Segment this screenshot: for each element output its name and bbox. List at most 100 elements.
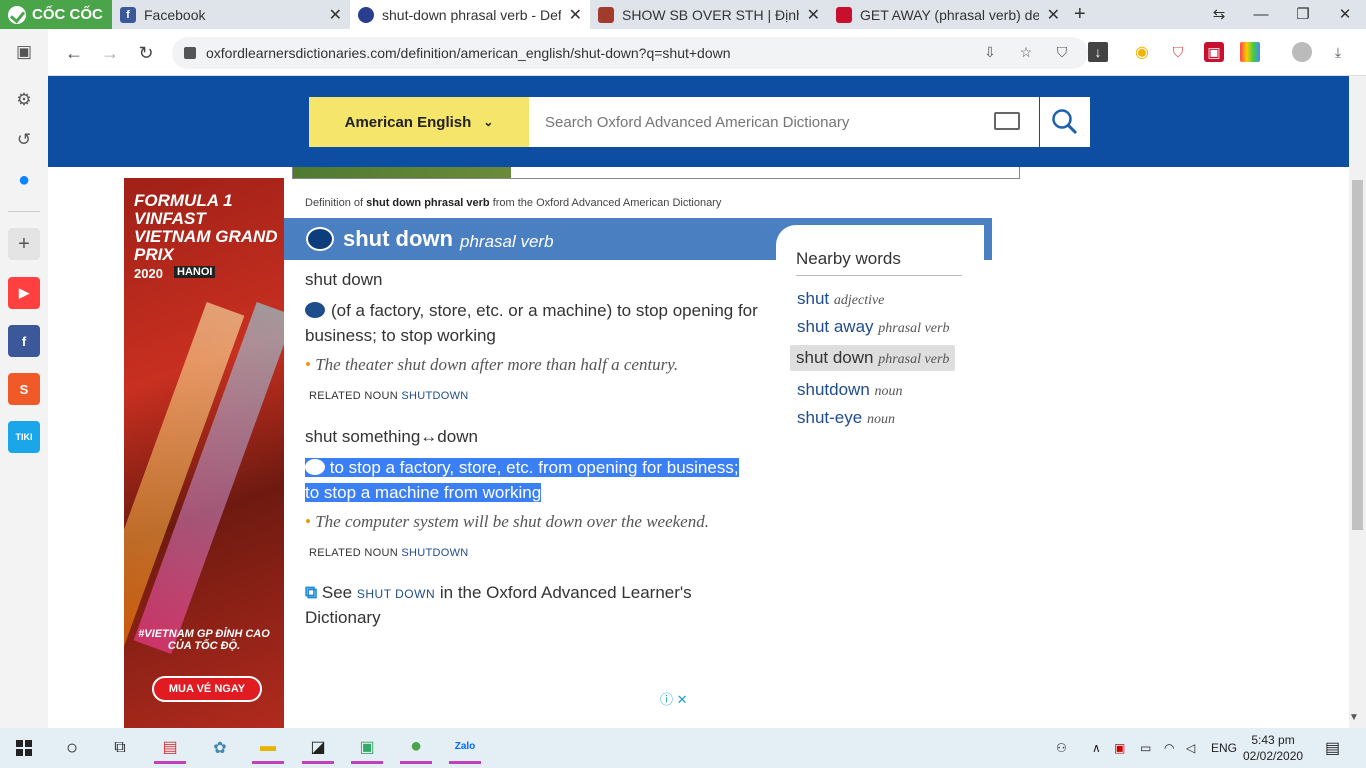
keyboard-icon[interactable] <box>994 112 1020 130</box>
tab-bar: CỐC CỐC f Facebook ✕ shut-down phrasal v… <box>0 0 1366 29</box>
tab-title: SHOW SB OVER STH | Định ng <box>622 6 799 23</box>
scroll-down-arrow-icon[interactable]: ▼ <box>1349 712 1359 723</box>
tab-title: shut-down phrasal verb - Def <box>382 6 561 23</box>
search-input[interactable] <box>529 97 1039 147</box>
sticky-notes-icon[interactable]: ◪ <box>302 732 334 764</box>
add-app-icon[interactable]: + <box>8 228 40 260</box>
tab-get-away[interactable]: GET AWAY (phrasal verb) defi ✕ <box>828 0 1068 29</box>
headword: shut down <box>343 226 453 251</box>
nearby-item[interactable]: shut away phrasal verb <box>797 317 949 337</box>
scrollbar-thumb[interactable] <box>1352 180 1363 530</box>
browser-sidebar: ▣ ⚙ ↺ ● + ▶ f S TIKI <box>0 29 48 728</box>
search-button[interactable] <box>1040 97 1090 147</box>
ad-tagline: #VIETNAM GP ĐỈNH CAO CỦA TỐC ĐỘ. <box>138 628 270 652</box>
download-icon[interactable]: ↓ <box>1088 42 1108 62</box>
reload-icon[interactable]: ↻ <box>133 40 159 66</box>
external-link-icon: ⧉ <box>305 583 318 602</box>
volume-icon[interactable]: ◁ <box>1186 728 1195 768</box>
nearby-item[interactable]: shut adjective <box>797 289 884 309</box>
language-selector[interactable]: American English ⌄ <box>309 97 529 147</box>
tab-title: Facebook <box>144 6 206 23</box>
ad-title: FORMULA 1 VINFAST VIETNAM GRAND PRIX <box>134 191 278 264</box>
downloads-icon[interactable]: ⤓ <box>1328 42 1348 62</box>
close-tab-icon[interactable]: ✕ <box>1047 5 1060 25</box>
battery-icon[interactable]: ▭ <box>1140 728 1151 768</box>
settings-gear-icon[interactable]: ⚙ <box>8 84 40 116</box>
photos-app-icon[interactable]: ▣ <box>351 732 383 764</box>
shield-icon[interactable]: ⛉ <box>1052 42 1072 62</box>
adchoices-icon[interactable]: ⓘ ✕ <box>660 689 688 708</box>
wifi-icon[interactable]: ◠ <box>1164 728 1174 768</box>
coccoc-taskbar-icon[interactable]: ● <box>400 732 432 764</box>
sidebar-toggle-icon[interactable]: ▣ <box>8 36 40 68</box>
sense-definition: (of a factory, store, etc. or a machine)… <box>305 301 758 345</box>
oxford-key-icon <box>305 302 325 318</box>
avatar[interactable] <box>1292 42 1312 62</box>
new-tab-plus-icon[interactable]: + <box>1074 3 1086 26</box>
shopee-icon[interactable]: S <box>8 373 40 405</box>
close-tab-icon[interactable]: ✕ <box>329 5 342 25</box>
clock-time: 5:43 pm <box>1251 733 1295 747</box>
tab-show-sb-over[interactable]: SHOW SB OVER STH | Định ng ✕ <box>590 0 828 29</box>
chrome-extension-icon[interactable]: ◉ <box>1132 42 1152 62</box>
youtube-icon[interactable]: ▶ <box>8 277 40 309</box>
facebook-favicon-icon: f <box>120 6 136 23</box>
top-banner-ad[interactable] <box>292 167 1020 179</box>
close-tab-icon[interactable]: ✕ <box>807 5 820 25</box>
browser-brand[interactable]: CỐC CỐC <box>0 0 112 29</box>
close-tab-icon[interactable]: ✕ <box>569 5 582 25</box>
nearby-item[interactable]: shut-eye noun <box>797 408 895 428</box>
messenger-icon[interactable]: ● <box>8 164 40 196</box>
file-explorer-icon[interactable]: ▬ <box>252 732 284 764</box>
bookmark-star-icon[interactable]: ☆ <box>1016 42 1036 62</box>
language-label: American English <box>344 113 472 131</box>
unikey-icon[interactable]: ▤ <box>154 732 186 764</box>
url-field[interactable]: oxfordlearnersdictionaries.com/definitio… <box>172 37 1088 69</box>
restore-icon[interactable]: ❐ <box>1282 0 1324 29</box>
network-tool-icon[interactable]: ✿ <box>204 732 236 764</box>
sidebar-divider <box>8 211 40 212</box>
window-controls: ⇆ — ❐ ✕ <box>1198 0 1366 29</box>
color-extension-icon[interactable] <box>1240 42 1260 62</box>
search-circle-icon[interactable]: ○ <box>56 732 88 764</box>
zalo-icon[interactable]: Zalo <box>449 732 481 764</box>
f1-advertisement[interactable]: FORMULA 1 VINFAST VIETNAM GRAND PRIX 202… <box>124 178 284 728</box>
buy-tickets-button[interactable]: MUA VÉ NGAY <box>152 676 262 702</box>
macmillan-favicon-icon <box>836 6 852 23</box>
oxford-key-icon <box>305 459 325 475</box>
see-also-link[interactable]: ⧉ See SHUT DOWN in the Oxford Advanced L… <box>305 581 755 630</box>
facebook-icon[interactable]: f <box>8 325 40 357</box>
example-sentence: The computer system will be shut down ov… <box>305 512 709 532</box>
adblock-extension-icon[interactable]: ⛉ <box>1168 42 1188 62</box>
history-icon[interactable]: ↺ <box>8 124 40 156</box>
tiki-icon[interactable]: TIKI <box>8 421 40 453</box>
nearby-item-selected[interactable]: shut down phrasal verb <box>790 345 956 371</box>
tab-facebook[interactable]: f Facebook ✕ <box>112 0 350 29</box>
lock-icon <box>184 47 196 59</box>
example-sentence: The theater shut down after more than ha… <box>305 355 678 375</box>
nearby-item[interactable]: shutdown noun <box>797 380 903 400</box>
input-language[interactable]: ENG <box>1211 728 1237 768</box>
windows-start-icon[interactable] <box>8 732 40 764</box>
browser-brand-label: CỐC CỐC <box>32 6 103 23</box>
download-video-icon[interactable]: ⇩ <box>980 42 1000 62</box>
phrase-heading: shut something↔down <box>305 427 478 446</box>
related-noun-link[interactable]: SHUTDOWN <box>401 547 468 559</box>
people-icon[interactable]: ⚇ <box>1056 728 1067 768</box>
chevron-down-icon: ⌄ <box>483 115 494 129</box>
tab-shut-down[interactable]: shut-down phrasal verb - Def ✕ <box>350 0 590 29</box>
back-arrow-icon[interactable]: ← <box>61 40 87 66</box>
related-noun-link[interactable]: SHUTDOWN <box>401 390 468 402</box>
sense-definition-selected: to stop a factory, store, etc. from open… <box>305 458 739 502</box>
page-scrollbar[interactable] <box>1349 76 1366 728</box>
task-view-icon[interactable]: ⧉ <box>104 732 136 764</box>
close-window-icon[interactable]: ✕ <box>1324 0 1366 29</box>
vietkey-tray-icon[interactable]: ▣ <box>1114 728 1125 768</box>
notifications-icon[interactable]: ▤ <box>1325 728 1340 768</box>
forward-arrow-icon[interactable]: → <box>97 40 123 66</box>
tray-chevron-icon[interactable]: ∧ <box>1092 728 1101 768</box>
tab-list-icon[interactable]: ⇆ <box>1198 0 1240 29</box>
taskbar-clock[interactable]: 5:43 pm 02/02/2020 <box>1243 732 1303 764</box>
red-extension-icon[interactable]: ▣ <box>1204 42 1224 62</box>
minimize-icon[interactable]: — <box>1240 0 1282 29</box>
